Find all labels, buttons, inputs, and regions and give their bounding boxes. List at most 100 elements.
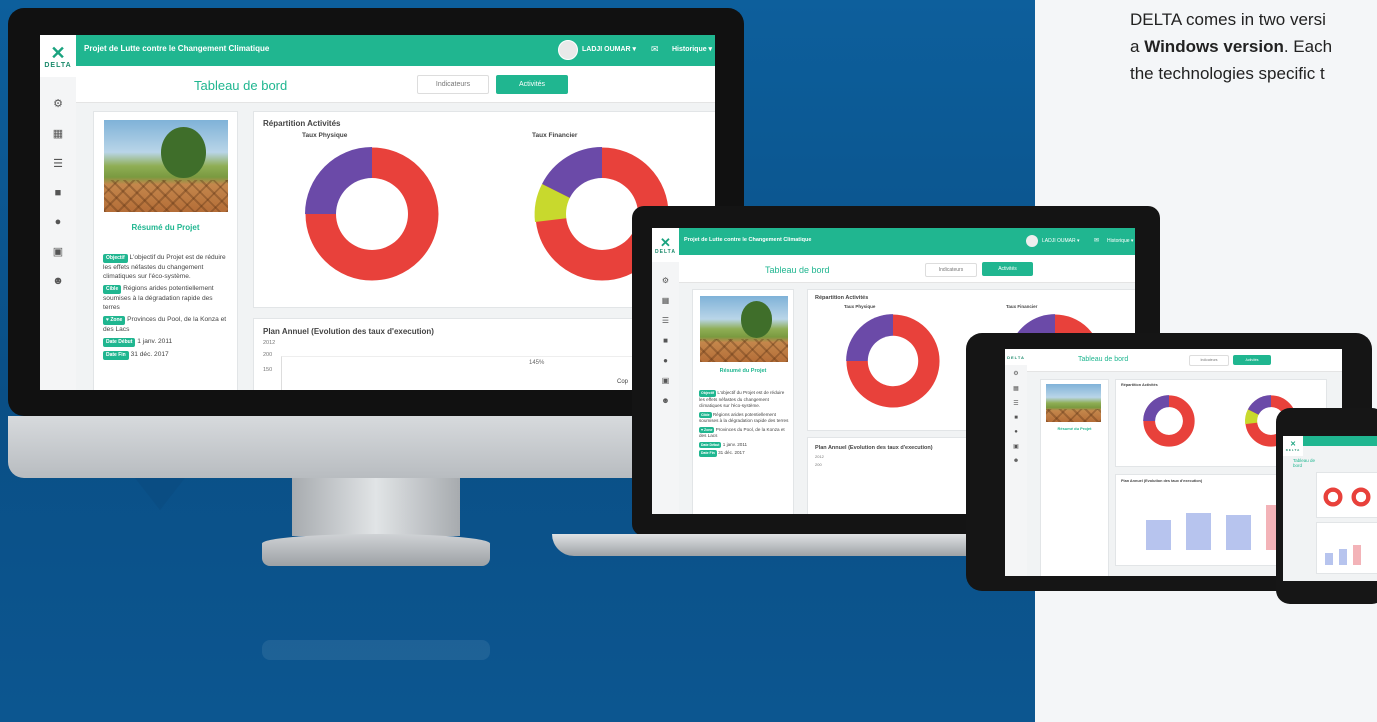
tab-indicators[interactable]: Indicateurs	[417, 75, 489, 94]
taux-financier-label: Taux Financier	[532, 132, 578, 139]
sidebar-calendar-icon[interactable]: ▦	[53, 127, 63, 140]
app-title: Projet de Lutte contre le Changement Cli…	[84, 44, 270, 53]
zone-row: ♥ Zone Provinces du Pool, de la Konza et…	[103, 315, 227, 334]
laptop-cible-row: Cible Régions arides potentiellement sou…	[699, 411, 789, 425]
laptop-x-icon: ✕	[660, 234, 671, 250]
tablet-users-icon[interactable]: ☻	[1013, 458, 1019, 464]
laptop-delta-logo[interactable]: ✕ DELTA	[652, 228, 679, 262]
mail-icon[interactable]: ✉	[651, 44, 659, 55]
tablet-repartition-title: Répartition Activités	[1121, 383, 1158, 387]
phone-bar-3	[1353, 545, 1361, 565]
tablet-bar-1	[1146, 520, 1171, 550]
intro-line-2: a Windows version. Each	[1130, 37, 1333, 56]
laptop-tab-activities[interactable]: Activités	[982, 262, 1033, 276]
laptop-sidebar: ⚙ ▦ ☰ ■ ● ▣ ☻	[652, 262, 679, 514]
phone-plan-card	[1316, 522, 1377, 574]
tablet-tab-activities[interactable]: Activités	[1233, 355, 1271, 365]
laptop-tree-shape	[740, 301, 773, 338]
laptop-gears-icon[interactable]: ⚙	[662, 276, 669, 285]
cible-row: Cible Régions arides potentiellement sou…	[103, 284, 227, 312]
monitor-reflection	[262, 640, 490, 660]
donut-physique	[305, 147, 439, 281]
delta-x-icon: ✕	[50, 42, 66, 63]
tree-shape	[161, 127, 206, 178]
laptop-plan-tick: 200	[815, 462, 822, 467]
laptop-chat-icon[interactable]: ●	[663, 356, 668, 365]
phone-logo-text: DELTA	[1285, 447, 1301, 452]
sidebar-users-icon[interactable]: ☻	[52, 275, 64, 287]
laptop-qr-icon[interactable]: ▣	[662, 376, 670, 385]
tablet-summary-card: Résumé du Projet	[1040, 379, 1109, 576]
tablet-qr-icon[interactable]: ▣	[1013, 443, 1019, 450]
monitor-neck	[292, 478, 460, 536]
laptop-tab-indicators[interactable]: Indicateurs	[925, 263, 977, 277]
laptop-user-menu[interactable]: LADJI OUMAR ▾	[1042, 238, 1080, 244]
phone-bar-1	[1325, 553, 1333, 565]
laptop-donut-physique	[846, 314, 940, 408]
laptop-objectif-row: Objectif L'objectif du Projet est de réd…	[699, 390, 789, 410]
sidebar-qr-icon[interactable]: ▣	[53, 245, 63, 258]
phone-repartition-card	[1316, 472, 1377, 518]
phone-page-title: Tableau de bord	[1293, 458, 1316, 468]
history-menu[interactable]: Historique ▾	[672, 45, 712, 53]
tablet-plan-title: Plan Annuel (Evolution des taux d'execut…	[1121, 479, 1203, 483]
objectif-tag: Objectif	[103, 254, 128, 263]
project-image	[104, 120, 228, 212]
tablet-folder-icon[interactable]: ■	[1014, 415, 1018, 421]
laptop-users-icon[interactable]: ☻	[661, 396, 669, 405]
sidebar-folder-icon[interactable]: ■	[55, 187, 62, 199]
user-avatar[interactable]	[558, 40, 578, 60]
phone-donut-physique	[1323, 487, 1343, 507]
tablet-delta-logo[interactable]: DELTA	[1005, 349, 1027, 365]
tablet-chat-icon[interactable]: ●	[1014, 429, 1018, 435]
tablet-gears-icon[interactable]: ⚙	[1013, 370, 1018, 377]
laptop-mail-icon[interactable]: ✉	[1094, 237, 1099, 244]
tablet-calendar-icon[interactable]: ▦	[1013, 385, 1019, 392]
laptop-debut-text: 1 janv. 2011	[722, 441, 748, 447]
laptop-debut-tag: Date Début	[699, 441, 722, 448]
laptop-project-image	[700, 296, 788, 362]
taux-physique-label: Taux Physique	[302, 132, 348, 139]
phone-x-icon: ✕	[1290, 440, 1296, 448]
plan-title: Plan Annuel (Evolution des taux d'execut…	[263, 327, 434, 336]
laptop-zone-row: ♥ Zone Provinces du Pool, de la Konza et…	[699, 426, 789, 440]
laptop-summary-title: Résumé du Projet	[719, 368, 767, 374]
laptop-calendar-icon[interactable]: ▦	[662, 296, 670, 305]
laptop-taux-financier: Taux Financier	[1006, 304, 1038, 309]
plan-y-tick-150: 150	[263, 367, 273, 373]
laptop-cible-text: Régions arides potentiellement soumises …	[699, 411, 789, 424]
cracked-earth	[104, 179, 228, 212]
debut-tag: Date Début	[103, 338, 136, 347]
laptop-plan-year: 2012	[815, 454, 824, 459]
debut-row: Date Début 1 janv. 2011	[103, 337, 227, 347]
intro-text: DELTA comes in two versi a Windows versi…	[1130, 6, 1377, 87]
laptop-history-menu[interactable]: Historique ▾	[1107, 238, 1133, 244]
laptop-debut-row: Date Début 1 janv. 2011	[699, 441, 789, 448]
sidebar-gears-icon[interactable]: ⚙	[53, 97, 63, 110]
user-menu[interactable]: LADJI OUMAR ▾	[582, 45, 636, 53]
laptop-summary-details: Objectif L'objectif du Projet est de réd…	[699, 390, 789, 457]
laptop-folder-icon[interactable]: ■	[663, 336, 668, 345]
delta-logo[interactable]: ✕ DELTA	[40, 35, 76, 77]
plan-y-tick-200: 200	[263, 352, 273, 358]
laptop-topbar: Projet de Lutte contre le Changement Cli…	[652, 228, 1135, 255]
sidebar-sliders-icon[interactable]: ☰	[53, 157, 63, 170]
summary-details: Objectif L'objectif du Projet est de réd…	[103, 253, 227, 360]
logo-text: DELTA	[44, 61, 72, 69]
laptop-page-title: Tableau de bord	[765, 265, 830, 275]
phone-delta-logo[interactable]: ✕ DELTA	[1283, 436, 1303, 456]
laptop-fin-row: Date Fin 31 déc. 2017	[699, 450, 789, 457]
laptop-summary-card: Résumé du Projet Objectif L'objectif du …	[692, 289, 794, 514]
fin-row: Date Fin 31 déc. 2017	[103, 350, 227, 360]
tablet-logo-text: DELTA	[1007, 354, 1025, 360]
tab-activities[interactable]: Activités	[496, 75, 568, 94]
tablet-sliders-icon[interactable]: ☰	[1013, 400, 1018, 407]
tablet-summary-title: Résumé du Projet	[1057, 426, 1092, 431]
laptop-user-avatar[interactable]	[1026, 235, 1038, 247]
sidebar-chat-icon[interactable]: ●	[55, 216, 62, 228]
tablet-tab-indicators[interactable]: Indicateurs	[1189, 355, 1229, 366]
zone-tag: ♥ Zone	[103, 316, 126, 325]
plan-year: 2012	[263, 340, 276, 346]
laptop-sliders-icon[interactable]: ☰	[662, 316, 669, 325]
copyright: Cop	[617, 379, 629, 385]
